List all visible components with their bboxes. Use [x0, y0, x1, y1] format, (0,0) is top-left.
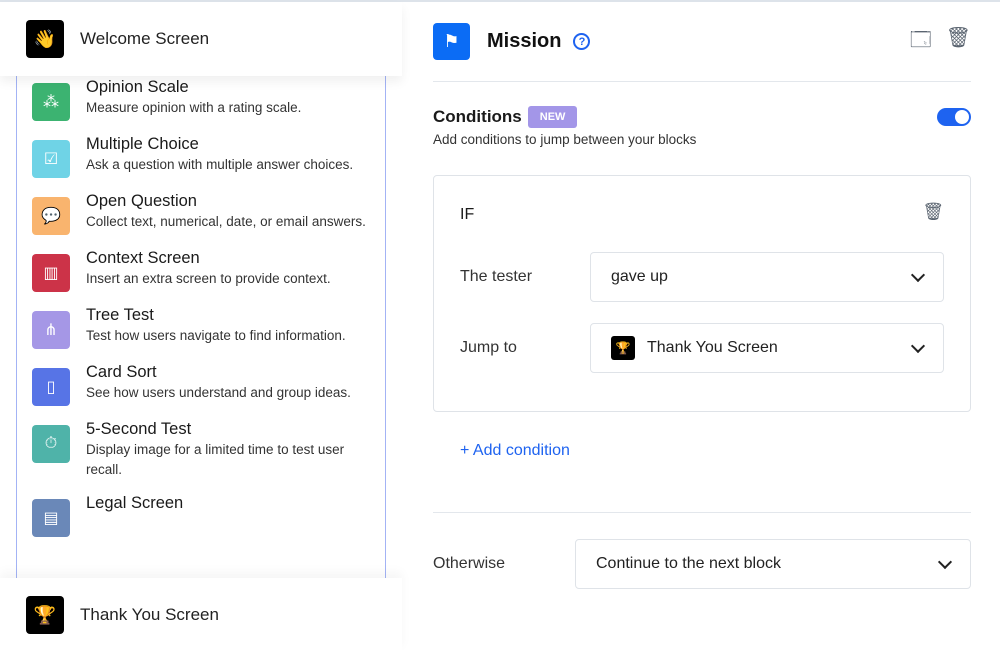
- preview-icon[interactable]: 🗔: [910, 25, 932, 59]
- block-type-description: Display image for a limited time to test…: [86, 442, 345, 477]
- block-type-title: 5-Second Test: [86, 420, 192, 438]
- delete-condition-icon[interactable]: 🗑: [922, 202, 944, 222]
- block-type-item[interactable]: 💬 Open Question Collect text, numerical,…: [17, 190, 385, 235]
- block-type-title: Context Screen: [86, 249, 200, 267]
- conditions-description: Add conditions to jump between your bloc…: [433, 132, 697, 147]
- block-type-description: Test how users navigate to find informat…: [86, 328, 346, 343]
- block-type-item[interactable]: ▯ Card Sort See how users understand and…: [17, 361, 385, 406]
- block-type-description: See how users understand and group ideas…: [86, 385, 351, 400]
- conditions-title: Conditions: [433, 107, 522, 126]
- block-type-item[interactable]: ⋔ Tree Test Test how users navigate to f…: [17, 304, 385, 349]
- block-type-title: Tree Test: [86, 306, 154, 324]
- block-type-description: Ask a question with multiple answer choi…: [86, 157, 354, 172]
- sidebar-item-label: Thank You Screen: [80, 605, 219, 624]
- otherwise-select[interactable]: Continue to the next block: [575, 539, 971, 589]
- block-type-title: Opinion Scale: [86, 78, 189, 96]
- flag-icon: ⚑: [433, 23, 470, 60]
- help-icon[interactable]: ?: [573, 33, 591, 50]
- block-header: ⚑ Mission ? 🗔 🗑: [433, 2, 971, 82]
- sidebar-item-label: Welcome Screen: [80, 29, 210, 48]
- tester-label: The tester: [460, 268, 533, 285]
- block-type-item[interactable]: ☑ Multiple Choice Ask a question with mu…: [17, 133, 385, 178]
- waving-hand-icon: 👋: [26, 20, 64, 58]
- tester-select[interactable]: gave up: [590, 252, 944, 302]
- screen-icon: ▥: [32, 254, 70, 292]
- block-type-title: Card Sort: [86, 363, 157, 381]
- otherwise-value: Continue to the next block: [596, 555, 782, 572]
- sidebar-item-welcome-screen[interactable]: 👋 Welcome Screen: [0, 2, 402, 76]
- trophy-icon: 🏆: [26, 596, 64, 634]
- block-type-item[interactable]: ⏱ 5-Second Test Display image for a limi…: [17, 418, 385, 480]
- checklist-icon: ☑: [32, 140, 70, 178]
- jump-to-label: Jump to: [460, 339, 517, 356]
- otherwise-label: Otherwise: [433, 555, 506, 572]
- block-type-item[interactable]: ▥ Context Screen Insert an extra screen …: [17, 247, 385, 292]
- block-type-list[interactable]: ⁂ Opinion Scale Measure opinion with a r…: [16, 76, 386, 578]
- add-condition-button[interactable]: + Add condition: [460, 442, 570, 460]
- condition-card: IF 🗑 The tester gave up Jump to 🏆 Thank …: [433, 175, 971, 412]
- if-label: IF: [460, 206, 475, 223]
- cards-icon: ▯: [32, 368, 70, 406]
- block-type-description: Measure opinion with a rating scale.: [86, 100, 302, 115]
- chevron-down-icon: [910, 338, 926, 353]
- chat-question-icon: 💬: [32, 197, 70, 235]
- block-type-title: Open Question: [86, 192, 197, 210]
- stopwatch-icon: ⏱: [32, 425, 70, 463]
- page-title: Mission: [487, 30, 562, 52]
- new-badge: NEW: [527, 106, 578, 128]
- block-type-title: Legal Screen: [86, 494, 184, 512]
- block-type-title: Multiple Choice: [86, 135, 199, 153]
- chevron-down-icon: [910, 267, 926, 282]
- tester-value: gave up: [611, 268, 668, 285]
- jump-to-value: Thank You Screen: [647, 339, 778, 356]
- trash-icon[interactable]: 🗑: [946, 25, 971, 59]
- block-type-item[interactable]: ▤ Legal Screen: [17, 492, 385, 537]
- trophy-icon: 🏆: [611, 336, 635, 360]
- jump-to-select[interactable]: 🏆 Thank You Screen: [590, 323, 944, 373]
- stars-icon: ⁂: [32, 83, 70, 121]
- sidebar-item-thank-you-screen[interactable]: 🏆 Thank You Screen: [0, 578, 402, 652]
- tree-icon: ⋔: [32, 311, 70, 349]
- conditions-toggle[interactable]: [937, 108, 971, 126]
- block-type-item[interactable]: ⁂ Opinion Scale Measure opinion with a r…: [17, 76, 385, 121]
- block-type-description: Insert an extra screen to provide contex…: [86, 271, 331, 286]
- document-icon: ▤: [32, 499, 70, 537]
- chevron-down-icon: [937, 554, 953, 569]
- block-type-description: Collect text, numerical, date, or email …: [86, 214, 366, 229]
- block-settings-panel: ⚑ Mission ? 🗔 🗑 Conditions NEW Add condi…: [433, 2, 971, 589]
- divider: [433, 512, 971, 513]
- block-sidebar: 👋 Welcome Screen ⁂ Opinion Scale Measure…: [0, 2, 402, 652]
